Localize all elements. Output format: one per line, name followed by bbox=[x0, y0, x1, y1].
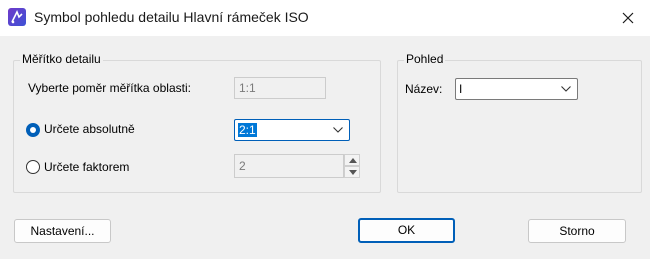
settings-button[interactable]: Nastavení... bbox=[14, 219, 111, 243]
ok-button[interactable]: OK bbox=[358, 218, 455, 243]
factor-radio[interactable] bbox=[26, 160, 40, 174]
factor-spinner bbox=[344, 154, 360, 178]
absolute-scale-value: 2:1 bbox=[238, 123, 257, 137]
spin-up-icon bbox=[349, 158, 357, 163]
absolute-radio[interactable] bbox=[26, 123, 40, 137]
close-icon bbox=[622, 12, 634, 24]
factor-radio-label[interactable]: Určete faktorem bbox=[44, 160, 129, 174]
title-bar: Symbol pohledu detailu Hlavní rámeček IS… bbox=[0, 0, 650, 36]
chevron-down-icon bbox=[333, 127, 343, 133]
area-ratio-field: 1:1 bbox=[234, 77, 326, 99]
app-logo-icon bbox=[8, 8, 26, 26]
window-title: Symbol pohledu detailu Hlavní rámeček IS… bbox=[34, 9, 309, 25]
view-name-label: Název: bbox=[405, 82, 443, 96]
absolute-radio-label[interactable]: Určete absolutně bbox=[44, 122, 135, 136]
cancel-button[interactable]: Storno bbox=[528, 219, 626, 243]
spin-up-button[interactable] bbox=[344, 154, 360, 166]
view-legend: Pohled bbox=[404, 52, 446, 66]
view-name-select[interactable]: I bbox=[455, 78, 578, 100]
spin-down-icon bbox=[349, 170, 357, 175]
absolute-scale-select[interactable]: 2:1 bbox=[234, 119, 350, 141]
factor-spinner-field: 2 bbox=[234, 154, 344, 178]
view-name-value: I bbox=[459, 82, 463, 96]
close-button[interactable] bbox=[614, 6, 642, 30]
detail-scale-legend: Měřítko detailu bbox=[20, 52, 103, 66]
chevron-down-icon bbox=[561, 86, 571, 92]
spin-down-button[interactable] bbox=[344, 166, 360, 178]
area-ratio-label: Vyberte poměr měřítka oblasti: bbox=[28, 81, 191, 95]
